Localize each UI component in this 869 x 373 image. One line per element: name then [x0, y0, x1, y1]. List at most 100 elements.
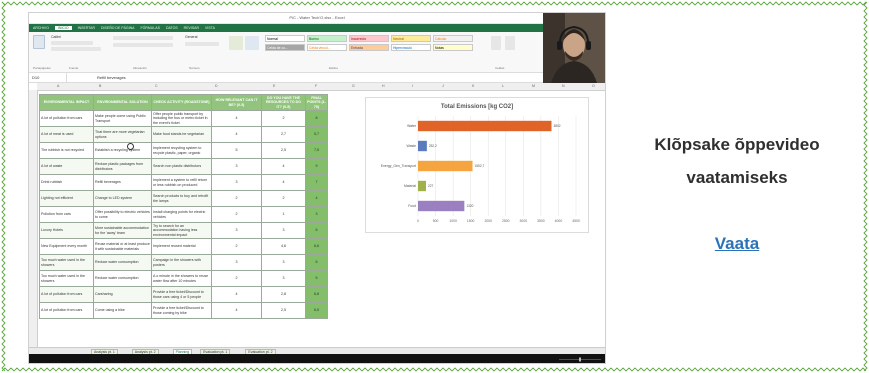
table-cell[interactable]: 2 [211, 190, 262, 207]
table-cell[interactable]: Reduce water consumption [93, 254, 152, 271]
name-box[interactable]: D10 [29, 73, 67, 82]
table-cell[interactable]: More sustainable accommodation for the '… [93, 222, 152, 239]
ribbon-tab[interactable]: DISEÑO DE PÁGINA [101, 26, 134, 30]
table-cell[interactable]: A lot of pollution from cars [39, 302, 94, 319]
table-cell[interactable]: 2 [261, 110, 306, 127]
table-cell[interactable]: Reduce water consumption [93, 270, 152, 287]
cell-style-item[interactable]: Incorrecto [349, 35, 389, 42]
table-cell[interactable]: 4 [211, 302, 262, 319]
table-cell[interactable]: Come using a bike [93, 302, 152, 319]
table-cell[interactable]: 6,5 [305, 302, 328, 319]
table-cell[interactable]: 5 [211, 142, 262, 159]
table-header[interactable]: DO YOU HAVE THE RESOURCES TO DO IT? (0-5… [261, 94, 306, 111]
table-cell[interactable]: 2,7 [261, 126, 306, 143]
cell-style-item[interactable]: Celda de co... [265, 44, 305, 51]
table-cell[interactable]: 2,8 [261, 286, 306, 303]
table-cell[interactable]: Offer possibility to electric vehicles t… [93, 206, 152, 223]
table-cell[interactable]: 3 [261, 254, 306, 271]
table-cell[interactable]: Install charging points for electric veh… [151, 206, 212, 223]
table-cell[interactable]: Reduce plastic packages from distributor… [93, 158, 152, 175]
table-cell[interactable]: Implement a system to refill return or l… [151, 174, 212, 191]
table-header[interactable]: HOW RELEVANT CAN IT BE? (0-5) [211, 94, 262, 111]
table-cell[interactable]: Establish a recycling system [93, 142, 152, 159]
ribbon-tab[interactable]: DATOS [166, 26, 178, 30]
ribbon-tab[interactable]: REVISAR [184, 26, 199, 30]
table-cell[interactable]: 4 [305, 190, 328, 207]
ribbon-tab[interactable]: FÓRMULAS [140, 26, 159, 30]
table-cell[interactable]: 2 [211, 206, 262, 223]
table-cell[interactable]: Luxury Hotels [39, 222, 94, 239]
formula-content[interactable]: Refill beverages [67, 73, 126, 82]
table-cell[interactable]: Pollution from cars [39, 206, 94, 223]
table-cell[interactable]: 6 [305, 254, 328, 271]
table-cell[interactable]: 6,6 [305, 238, 328, 255]
ribbon-tab[interactable]: ARCHIVO [33, 26, 49, 30]
table-cell[interactable]: A o minute in the showers to reuse water… [151, 270, 212, 287]
table-header[interactable]: ENVIRONMENTAL IMPACT [39, 94, 94, 111]
emissions-chart[interactable]: Total Emissions [kg CO2] 0 500 1000 1500 2000… [365, 97, 589, 233]
table-cell[interactable]: 5 [305, 270, 328, 287]
table-header[interactable]: CHECK ACTIVITY (ROADSTONE) [151, 94, 212, 111]
table-cell[interactable]: Try to search for an accommodation havin… [151, 222, 212, 239]
table-cell[interactable]: Make food stands be vegetarian [151, 126, 212, 143]
table-cell[interactable]: 3 [305, 206, 328, 223]
table-header[interactable]: FINAL POINTS (1-70) [305, 94, 328, 111]
cell-style-item[interactable]: Entrada [349, 44, 389, 51]
cell-style-item[interactable]: Notas [433, 44, 473, 51]
worksheet[interactable]: ABC DEF GHI JKL MNO ENVIRONMENTAL IMPACT… [29, 83, 605, 347]
table-cell[interactable]: Change to LED system [93, 190, 152, 207]
table-cell[interactable]: 7,5 [305, 142, 328, 159]
table-cell[interactable]: 4,6 [261, 238, 306, 255]
table-cell[interactable]: 1 [261, 206, 306, 223]
table-cell[interactable]: Make people come using Public Transport [93, 110, 152, 127]
table-cell[interactable]: Provide a free ticket/Discount to those … [151, 302, 212, 319]
table-cell[interactable]: 2,5 [261, 302, 306, 319]
table-cell[interactable]: A lot of pollution from cars [39, 110, 94, 127]
table-cell[interactable]: 3 [261, 222, 306, 239]
table-cell[interactable]: A lot of meat is used [39, 126, 94, 143]
table-cell[interactable]: 4 [211, 286, 262, 303]
table-cell[interactable]: That there are more vegetarian options [93, 126, 152, 143]
table-cell[interactable]: 2,5 [261, 142, 306, 159]
table-cell[interactable]: 7 [305, 174, 328, 191]
zoom-slider[interactable] [557, 357, 603, 362]
table-cell[interactable]: Search products to buy and retrofit the … [151, 190, 212, 207]
table-cell[interactable]: Too much water used in the showers [39, 270, 94, 287]
table-cell[interactable]: Reuse material or at least produce it wi… [93, 238, 152, 255]
table-cell[interactable]: Carsharing [93, 286, 152, 303]
watch-link[interactable]: Vaata [715, 234, 759, 254]
table-cell[interactable]: 3 [261, 270, 306, 287]
table-cell[interactable]: Drink rubbish [39, 174, 94, 191]
table-cell[interactable]: 3 [211, 174, 262, 191]
table-cell[interactable]: Lighting not efficient [39, 190, 94, 207]
table-cell[interactable]: 8 [305, 110, 328, 127]
table-cell[interactable]: 3 [211, 254, 262, 271]
table-cell[interactable]: 4 [211, 126, 262, 143]
ribbon-tab[interactable]: INICIO [54, 26, 72, 30]
cell-style-item[interactable]: Normal [265, 35, 305, 42]
table-header[interactable]: ENVIRONMENTAL SOLUTION [93, 94, 152, 111]
ribbon-tab[interactable]: VISTA [205, 26, 215, 30]
ribbon-tab[interactable]: INSERTAR [78, 26, 95, 30]
table-cell[interactable]: New Equipment every month [39, 238, 94, 255]
table-cell[interactable]: The rubbish is not recycled [39, 142, 94, 159]
table-cell[interactable]: Implement recycling system to recycle pl… [151, 142, 212, 159]
table-cell[interactable]: 9 [305, 158, 328, 175]
table-cell[interactable]: 4 [211, 110, 262, 127]
table-cell[interactable]: Search non plastic distributors [151, 158, 212, 175]
table-cell[interactable]: Implement reused material [151, 238, 212, 255]
table-cell[interactable]: 4 [261, 174, 306, 191]
video-thumbnail[interactable]: PiC - Water Tech'O.xlsx - Excel ARCHIVO I… [28, 12, 606, 364]
cell-style-item[interactable]: Bueno [307, 35, 347, 42]
table-cell[interactable]: 2 [261, 190, 306, 207]
table-cell[interactable]: A lot of waste [39, 158, 94, 175]
cell-style-item[interactable]: Neutral [391, 35, 431, 42]
table-cell[interactable]: Refill beverages [93, 174, 152, 191]
cell-style-item[interactable]: Celda vincul... [307, 44, 347, 51]
table-cell[interactable]: 3 [211, 158, 262, 175]
table-cell[interactable]: 2 [211, 238, 262, 255]
table-cell[interactable]: 2 [211, 270, 262, 287]
table-cell[interactable]: Campaign in the showers with posters [151, 254, 212, 271]
table-cell[interactable]: 6,8 [305, 286, 328, 303]
table-cell[interactable]: 4 [261, 158, 306, 175]
